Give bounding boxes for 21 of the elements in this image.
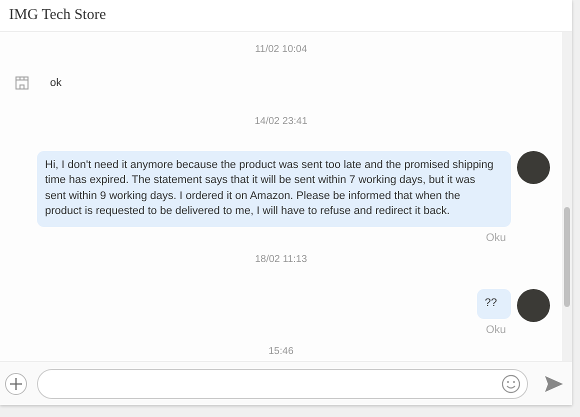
message-timestamp: 11/02 10:04 — [254, 43, 308, 57]
message-text: ok — [50, 76, 62, 91]
add-button[interactable] — [5, 372, 27, 394]
message-timestamp: 18/02 11:13 — [254, 253, 308, 267]
message-bubble: Hi, I don't need it anymore because the product was sent too late and the promised shipping time has expired. The statement says that it will be sent within 7 working days, but it was sent within 9 working days. I ordered it on Amazon. Please be informed that when the product is requested to be delivered to me, I will have to refuse and redirect it back. — [37, 150, 511, 226]
message-bubble: ?? — [476, 289, 511, 318]
store-icon — [14, 75, 30, 92]
delivery-status: Oku — [484, 322, 506, 338]
send-button[interactable] — [544, 374, 564, 392]
avatar — [517, 289, 550, 322]
chat-title: IMG Tech Store — [9, 6, 106, 26]
plus-icon — [9, 376, 23, 390]
scrollbar[interactable] — [562, 32, 572, 361]
delivery-status: Oku — [484, 230, 506, 246]
message-timestamp: 15:46 — [267, 345, 295, 359]
send-icon — [544, 374, 564, 392]
emoji-icon[interactable] — [501, 374, 521, 394]
message-timestamp: 14/02 23:41 — [254, 114, 308, 128]
avatar — [517, 150, 550, 184]
message-input[interactable] — [37, 368, 528, 398]
scrollbar-thumb[interactable] — [564, 207, 570, 307]
